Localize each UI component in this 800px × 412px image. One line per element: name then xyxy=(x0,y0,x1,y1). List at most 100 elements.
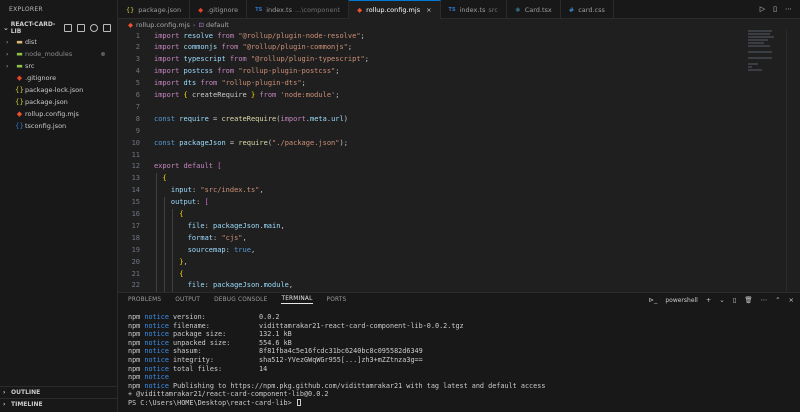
code-line: 14 input: "src/index.ts", xyxy=(118,185,738,197)
tab-card-tsx[interactable]: ⚛ Card.tsx xyxy=(507,0,561,19)
timeline-label: TIMELINE xyxy=(11,401,43,408)
tab-terminal[interactable]: TERMINAL xyxy=(281,296,313,304)
project-root[interactable]: ⌄ REACT-CARD-LIB xyxy=(0,20,117,36)
line-number: 7 xyxy=(135,102,140,111)
git-icon: ◆ xyxy=(198,5,204,14)
split-terminal-icon[interactable]: ▯ xyxy=(733,296,737,304)
line-number: 17 xyxy=(131,221,140,230)
code-text: import { createRequire } from 'node:modu… xyxy=(154,91,340,99)
indent-guide xyxy=(164,197,165,292)
tab-gitignore[interactable]: ◆ .gitignore xyxy=(190,0,248,19)
new-terminal-icon[interactable]: + xyxy=(706,296,711,304)
tree-file-package[interactable]: {} package.json xyxy=(6,96,117,108)
more-actions-icon[interactable]: ⋯ xyxy=(785,5,792,13)
chevron-down-icon[interactable]: ⌄ xyxy=(719,296,724,304)
line-number: 22 xyxy=(131,281,140,290)
explorer-sidebar: EXPLORER ⌄ REACT-CARD-LIB › ▬ dist › ▬ n… xyxy=(0,0,118,412)
tab-problems[interactable]: PROBLEMS xyxy=(128,297,161,303)
more-actions-icon[interactable]: ⋯ xyxy=(761,296,768,304)
line-number: 18 xyxy=(131,233,140,242)
code-line: 2 import commonjs from "@rollup/plugin-co… xyxy=(118,42,738,54)
collapse-all-icon[interactable] xyxy=(103,24,111,32)
tab-output[interactable]: OUTPUT xyxy=(175,297,200,303)
project-name: REACT-CARD-LIB xyxy=(10,21,56,35)
editor-scrollbar[interactable] xyxy=(786,30,800,292)
line-number: 2 xyxy=(135,43,140,52)
code-line: 8 const require = createRequire(import.me… xyxy=(118,114,738,126)
code-line: 13 { xyxy=(118,173,738,185)
new-file-icon[interactable] xyxy=(64,24,72,32)
code-line: 15 output: [ xyxy=(118,197,738,209)
terminal-output[interactable]: npm notice version: 0.0.2 npm notice file… xyxy=(128,313,790,408)
tab-debug-console[interactable]: DEBUG CONSOLE xyxy=(214,297,267,303)
tree-folder-src[interactable]: › ▬ src xyxy=(6,60,117,72)
git-icon: ◆ xyxy=(16,74,23,82)
tab-rollup-config[interactable]: ◆ rollup.config.mjs × xyxy=(349,0,441,19)
code-line: 3 import typescript from "@rollup/plugin-… xyxy=(118,54,738,66)
code-line: 20 }, xyxy=(118,257,738,269)
shell-name[interactable]: powershell xyxy=(665,297,698,304)
explorer-title: EXPLORER xyxy=(9,6,43,13)
indent-guide xyxy=(156,173,157,292)
code-text: }, xyxy=(179,257,188,266)
line-number: 15 xyxy=(131,198,140,207)
new-folder-icon[interactable] xyxy=(77,24,85,32)
folder-icon: ▬ xyxy=(16,50,23,58)
tree-item-label: tsconfig.json xyxy=(25,122,67,130)
close-icon[interactable]: × xyxy=(426,6,431,14)
tab-label: .gitignore xyxy=(207,5,239,14)
css-icon: # xyxy=(568,5,575,14)
tree-folder-dist[interactable]: › ▬ dist xyxy=(6,36,117,48)
react-icon: ⚛ xyxy=(514,5,521,14)
tree-file-package-lock[interactable]: {} package-lock.json xyxy=(6,84,117,96)
tab-ports[interactable]: PORTS xyxy=(327,297,347,303)
tree-file-gitignore[interactable]: ◆ .gitignore xyxy=(6,72,117,84)
tab-index-ts-src[interactable]: TS index.ts src xyxy=(441,0,507,19)
close-icon[interactable]: × xyxy=(789,296,794,304)
terminal-line: npm notice version: 0.0.2 xyxy=(128,313,280,321)
line-number: 5 xyxy=(135,79,140,88)
breadcrumb-symbol[interactable]: default xyxy=(206,21,229,29)
prompt-text: PS C:\Users\HOME\Desktop\react-card-lib> xyxy=(128,398,296,407)
line-number: 14 xyxy=(131,186,140,195)
json-icon: {} xyxy=(15,86,24,94)
rollup-icon: ◆ xyxy=(16,110,23,118)
timeline-section[interactable]: › TIMELINE xyxy=(0,398,118,410)
terminal-line: npm notice integrity: sha512-YVezGWqWGr95… xyxy=(128,355,423,364)
code-line: 22 file: packageJson.module, xyxy=(118,280,738,292)
terminal-line: npm notice unpacked size: 554.6 kB xyxy=(128,338,292,347)
tab-card-css[interactable]: # card.css xyxy=(561,0,614,19)
tab-label: index.ts xyxy=(266,5,292,14)
split-editor-icon[interactable]: ▯ xyxy=(773,5,777,13)
terminal-prompt[interactable]: PS C:\Users\HOME\Desktop\react-card-lib> xyxy=(128,399,790,408)
code-line: 5 import dts from "rollup-plugin-dts"; xyxy=(118,78,738,90)
line-number: 3 xyxy=(135,55,140,64)
run-icon[interactable]: ▷ xyxy=(760,5,765,13)
minimap[interactable] xyxy=(748,30,782,80)
indent-guide xyxy=(172,209,173,269)
line-number: 10 xyxy=(131,138,140,147)
tree-file-rollup-config[interactable]: ◆ rollup.config.mjs xyxy=(6,108,117,120)
tree-item-label: package.json xyxy=(25,98,68,106)
tree-file-tsconfig[interactable]: {} tsconfig.json xyxy=(6,120,117,132)
refresh-icon[interactable] xyxy=(90,24,98,32)
tab-label: Card.tsx xyxy=(524,5,552,14)
bottom-panel: PROBLEMS OUTPUT DEBUG CONSOLE TERMINAL P… xyxy=(118,292,800,412)
line-number: 1 xyxy=(135,31,140,40)
terminal-line: npm notice Publishing to https://npm.pkg… xyxy=(128,381,546,390)
code-line: 9 xyxy=(118,126,738,138)
tree-folder-node-modules[interactable]: › ▬ node_modules xyxy=(6,48,117,60)
code-editor[interactable]: 1 import resolve from "@rollup/plugin-nod… xyxy=(118,30,800,292)
chevron-down-icon: ⌄ xyxy=(3,24,9,32)
code-line: 18 format: "cjs", xyxy=(118,233,738,245)
json-icon: {} xyxy=(126,5,135,14)
maximize-panel-icon[interactable]: ⌃ xyxy=(775,296,780,304)
trash-icon[interactable]: 🗑 xyxy=(744,296,752,304)
file-tree: › ▬ dist › ▬ node_modules › ▬ src ◆ .git… xyxy=(0,36,117,132)
tab-index-ts-component[interactable]: TS index.ts ...\component xyxy=(247,0,350,19)
tab-package-json[interactable]: {} package.json xyxy=(118,0,191,19)
outline-section[interactable]: › OUTLINE xyxy=(0,386,118,398)
code-line: 6 import { createRequire } from 'node:mod… xyxy=(118,90,738,102)
ignored-dot xyxy=(101,52,105,56)
breadcrumb-file[interactable]: rollup.config.mjs xyxy=(136,21,190,29)
